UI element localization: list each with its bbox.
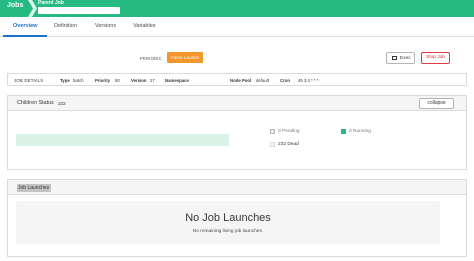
tab-overview[interactable]: Overview [13,23,37,29]
tab-definition[interactable]: Definition [54,23,77,29]
legend-running[interactable]: 0 Running [349,129,371,134]
node-pool-value: default [256,77,269,83]
empty-state-title: No Job Launches [185,212,271,224]
exec-button[interactable]: Exec [386,52,415,64]
job-launches-header: Job Launches [8,180,466,195]
breadcrumb-separator-icon [28,0,37,17]
breadcrumb-parent-label: Parent Job [38,0,64,6]
active-tab-indicator [3,35,47,37]
priority-value: 50 [115,77,120,83]
tab-versions[interactable]: Versions [95,23,116,29]
periodic-label: PERIODIC [140,56,162,61]
namespace-key: Namespace [165,77,189,83]
dead-swatch-icon [270,142,275,147]
job-details-label: JOB DETAILS [14,77,44,83]
breadcrumb-jobs[interactable]: Jobs [7,2,23,9]
cron-value: 45 3,4 * * * [298,77,319,83]
legend-pending[interactable]: 0 Pending [278,129,300,134]
tab-variables[interactable]: Variables [133,23,156,29]
pending-swatch-icon [270,129,275,134]
children-status-bar[interactable] [16,134,229,146]
version-value: 27 [150,77,155,83]
children-status-panel: Children Status 232 collapse 0 Pending 0… [7,95,467,170]
stop-job-button[interactable]: Stop Job [421,52,450,64]
breadcrumb-job-name[interactable] [38,7,120,14]
exec-label: Exec [400,55,411,61]
version-key: Version [131,77,147,83]
empty-state-message: No remaining living job launches. [192,229,264,234]
terminal-icon [392,56,397,60]
job-launches-panel: Job Launches No Job Launches No remainin… [7,179,467,257]
tab-bar: Overview Definition Versions Variables [0,17,474,37]
priority-key: Priority [95,77,111,83]
children-status-header: Children Status 232 collapse [8,96,466,111]
empty-state: No Job Launches No remaining living job … [16,201,440,244]
running-swatch-icon [341,129,346,134]
children-count: 232 [58,100,66,106]
children-status-title: Children Status [17,100,54,106]
type-key: Type [60,77,70,83]
node-pool-key: Node Pool [230,77,252,83]
collapse-button[interactable]: collapse [419,98,454,109]
force-launch-button[interactable]: Force Launch [167,52,203,63]
job-launches-title: Job Launches [18,185,50,191]
cron-key: Cron [280,77,291,83]
top-bar: Jobs Parent Job [0,0,474,17]
type-value: batch [73,77,84,83]
job-details-bar: JOB DETAILS Type batch Priority 50 Versi… [7,73,467,86]
legend-dead[interactable]: 232 Dead [278,142,299,147]
